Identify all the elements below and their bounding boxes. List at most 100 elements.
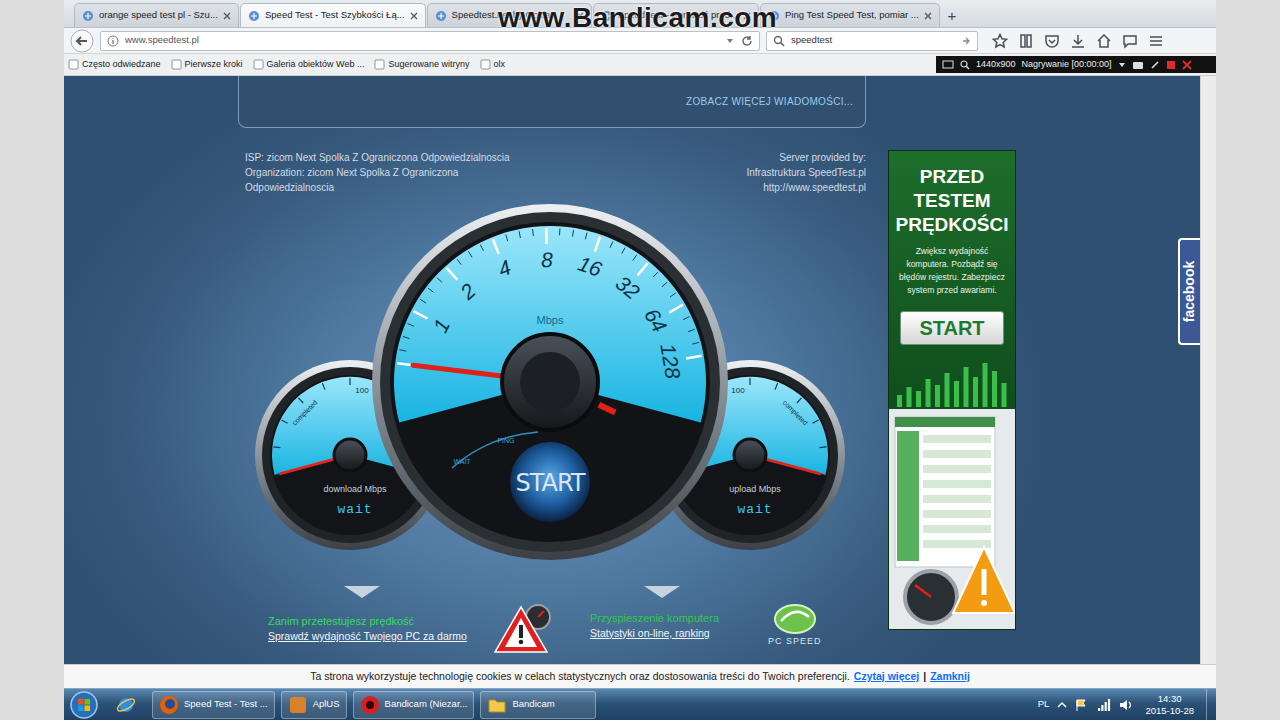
- tab-label: Ping Test Speed Test, pomiar ...: [785, 8, 919, 22]
- isp-text: ISP: zicom Next Spolka Z Ograniczona Odp…: [245, 150, 538, 165]
- viewport: ZOBACZ WIĘCEJ WIADOMOŚCI... ISP: zicom Ne…: [64, 76, 1216, 664]
- facebook-tab[interactable]: facebook: [1178, 238, 1200, 345]
- dropdown-icon[interactable]: [1118, 61, 1126, 69]
- language-indicator[interactable]: PL: [1038, 697, 1050, 711]
- bandicam-icon: [360, 695, 380, 715]
- ad-banner[interactable]: PRZED TESTEM PRĘDKOŚCIZwiększ wydajność …: [888, 150, 1016, 630]
- pocket-icon[interactable]: [1044, 33, 1060, 49]
- bookmarks: Często odwiedzane Pierwsze kroki Galeria o…: [68, 58, 505, 72]
- taskbar-button[interactable]: AplUS: [281, 691, 347, 719]
- volume-icon[interactable]: [1119, 698, 1133, 712]
- taskbar-button[interactable]: Speed Test - Test ...: [152, 691, 275, 719]
- favicon-icon: [82, 10, 94, 22]
- action-center-icon[interactable]: [1075, 698, 1089, 712]
- web-page: ZOBACZ WIĘCEJ WIADOMOŚCI... ISP: zicom Ne…: [64, 76, 1200, 664]
- ad-text: Zwiększ wydajność komputera. Pozbądź się…: [889, 237, 1015, 297]
- browser-tab[interactable]: Speed test - Sprawdź pręd...: [593, 3, 759, 27]
- reload-icon[interactable]: [741, 35, 753, 47]
- zoom-icon[interactable]: [960, 60, 970, 70]
- site-info-icon[interactable]: [107, 35, 119, 47]
- download-label: download Mbps: [323, 484, 387, 494]
- warning-icon[interactable]: [494, 603, 552, 655]
- start-label[interactable]: START: [515, 469, 585, 497]
- promo-block: Przyspieszenie komputeraStatystyki on-li…: [552, 585, 866, 655]
- close-icon[interactable]: [576, 12, 584, 20]
- close-icon[interactable]: [924, 12, 932, 20]
- close-icon[interactable]: [223, 12, 231, 20]
- speed-gauge: 1248163264128MbpsPINGWAITSTART: [372, 204, 728, 560]
- show-desktop-button[interactable]: [1206, 689, 1216, 720]
- dropdown-icon[interactable]: [725, 36, 735, 46]
- close-icon[interactable]: [410, 12, 418, 20]
- go-arrow-icon[interactable]: [961, 36, 971, 46]
- url-text: www.speedtest.pl: [125, 33, 719, 47]
- bookmark-icon: [374, 59, 385, 70]
- start-icon[interactable]: [68, 690, 100, 720]
- speed-gauges: 100completeddownload Mbpswait100complete…: [238, 200, 866, 585]
- close-icon[interactable]: [743, 12, 751, 20]
- taskbar-button[interactable]: [106, 691, 146, 719]
- bookmark[interactable]: Sugerowane witryny: [374, 58, 469, 72]
- server-label: Server provided by:: [656, 150, 866, 165]
- promo-link[interactable]: Sprawdź wydajność Twojego PC za darmo: [268, 629, 486, 644]
- star-icon[interactable]: [992, 33, 1008, 49]
- show-hidden-icon[interactable]: [1057, 700, 1067, 710]
- monitor-icon[interactable]: [942, 60, 954, 70]
- taskbar-button[interactable]: Bandicam: [480, 691, 596, 719]
- wait-label: WAIT: [453, 458, 471, 465]
- back-icon[interactable]: [70, 29, 94, 53]
- main-column: ZOBACZ WIĘCEJ WIADOMOŚCI... ISP: zicom Ne…: [238, 76, 866, 655]
- library-icon[interactable]: [1018, 33, 1034, 49]
- close-link[interactable]: Zamknij: [930, 669, 970, 685]
- stop-icon[interactable]: [1166, 60, 1176, 70]
- browser-tab[interactable]: Ping Test Speed Test, pomiar ...: [760, 3, 940, 27]
- bookmark[interactable]: Galeria obiektów Web ...: [253, 58, 365, 72]
- new-tab-button[interactable]: +: [941, 5, 963, 27]
- arrow-down-icon: [343, 585, 381, 599]
- download-icon[interactable]: [1070, 33, 1086, 49]
- taskbar-label: Speed Test - Test ...: [184, 697, 268, 711]
- promo-title: Przyspieszenie komputera: [590, 611, 760, 626]
- scale-label: 1: [428, 315, 454, 336]
- browser-content: ZOBACZ WIĘCEJ WIADOMOŚCI... ISP: zicom Ne…: [64, 76, 1216, 688]
- network-icon[interactable]: [1097, 698, 1111, 712]
- read-more-link[interactable]: Czytaj więcej: [854, 669, 919, 685]
- desktop-screen: orange speed test pl - Szu...Speed Test …: [64, 0, 1216, 720]
- browser-tab[interactable]: Speed Test - Test Szybkości Łą...: [240, 3, 426, 27]
- start-button[interactable]: START: [510, 442, 590, 522]
- news-link[interactable]: ZOBACZ WIĘCEJ WIADOMOŚCI...: [686, 94, 853, 109]
- address-bar[interactable]: www.speedtest.pl: [100, 31, 760, 51]
- scrollbar[interactable]: [1200, 76, 1216, 664]
- camera-icon[interactable]: [1132, 60, 1144, 70]
- ad-start-button[interactable]: START: [900, 311, 1004, 345]
- chat-icon[interactable]: [1122, 33, 1138, 49]
- bookmark-icon: [68, 59, 79, 70]
- menu-icon[interactable]: [1148, 33, 1164, 49]
- home-icon[interactable]: [1096, 33, 1112, 49]
- page-layout: ZOBACZ WIĘCEJ WIADOMOŚCI... ISP: zicom Ne…: [64, 76, 1200, 655]
- bookmark[interactable]: Pierwsze kroki: [171, 58, 243, 72]
- browser-tab[interactable]: orange speed test pl - Szu...: [74, 3, 239, 27]
- pc-speed-logo[interactable]: PC SPEED: [768, 603, 822, 649]
- search-field[interactable]: speedtest: [766, 31, 978, 51]
- browser-tab[interactable]: Speedtest.net by Ookla: [427, 3, 592, 27]
- cookie-text: Ta strona wykorzystuje technologię cooki…: [310, 669, 850, 685]
- gauge-caption: completed: [781, 399, 810, 428]
- date: 2015-10-28: [1145, 705, 1194, 717]
- cookie-bar: Ta strona wykorzystuje technologię cooki…: [64, 664, 1216, 688]
- close-icon[interactable]: [1182, 60, 1192, 70]
- bookmark[interactable]: Często odwiedzane: [68, 58, 161, 72]
- isp-info: ISP: zicom Next Spolka Z Ograniczona Odp…: [238, 150, 538, 200]
- bookmark-icon: [171, 59, 182, 70]
- promo-link[interactable]: Statystyki on-line, ranking: [590, 626, 760, 641]
- clock[interactable]: 14:302015-10-28: [1141, 693, 1198, 717]
- favicon-icon: [435, 10, 447, 22]
- navigation-bar: www.speedtest.pl speedtest: [64, 28, 1216, 54]
- gauge-caption: completed: [291, 399, 320, 428]
- tab-label: Speed test - Sprawdź pręd...: [618, 8, 738, 22]
- taskbar-button[interactable]: Bandicam (Niezar...: [353, 691, 475, 719]
- bookmark-label: Pierwsze kroki: [185, 58, 243, 72]
- ad-title: PRZED TESTEM PRĘDKOŚCI: [889, 151, 1015, 237]
- pen-icon[interactable]: [1150, 60, 1160, 70]
- bookmark[interactable]: olx: [480, 58, 506, 72]
